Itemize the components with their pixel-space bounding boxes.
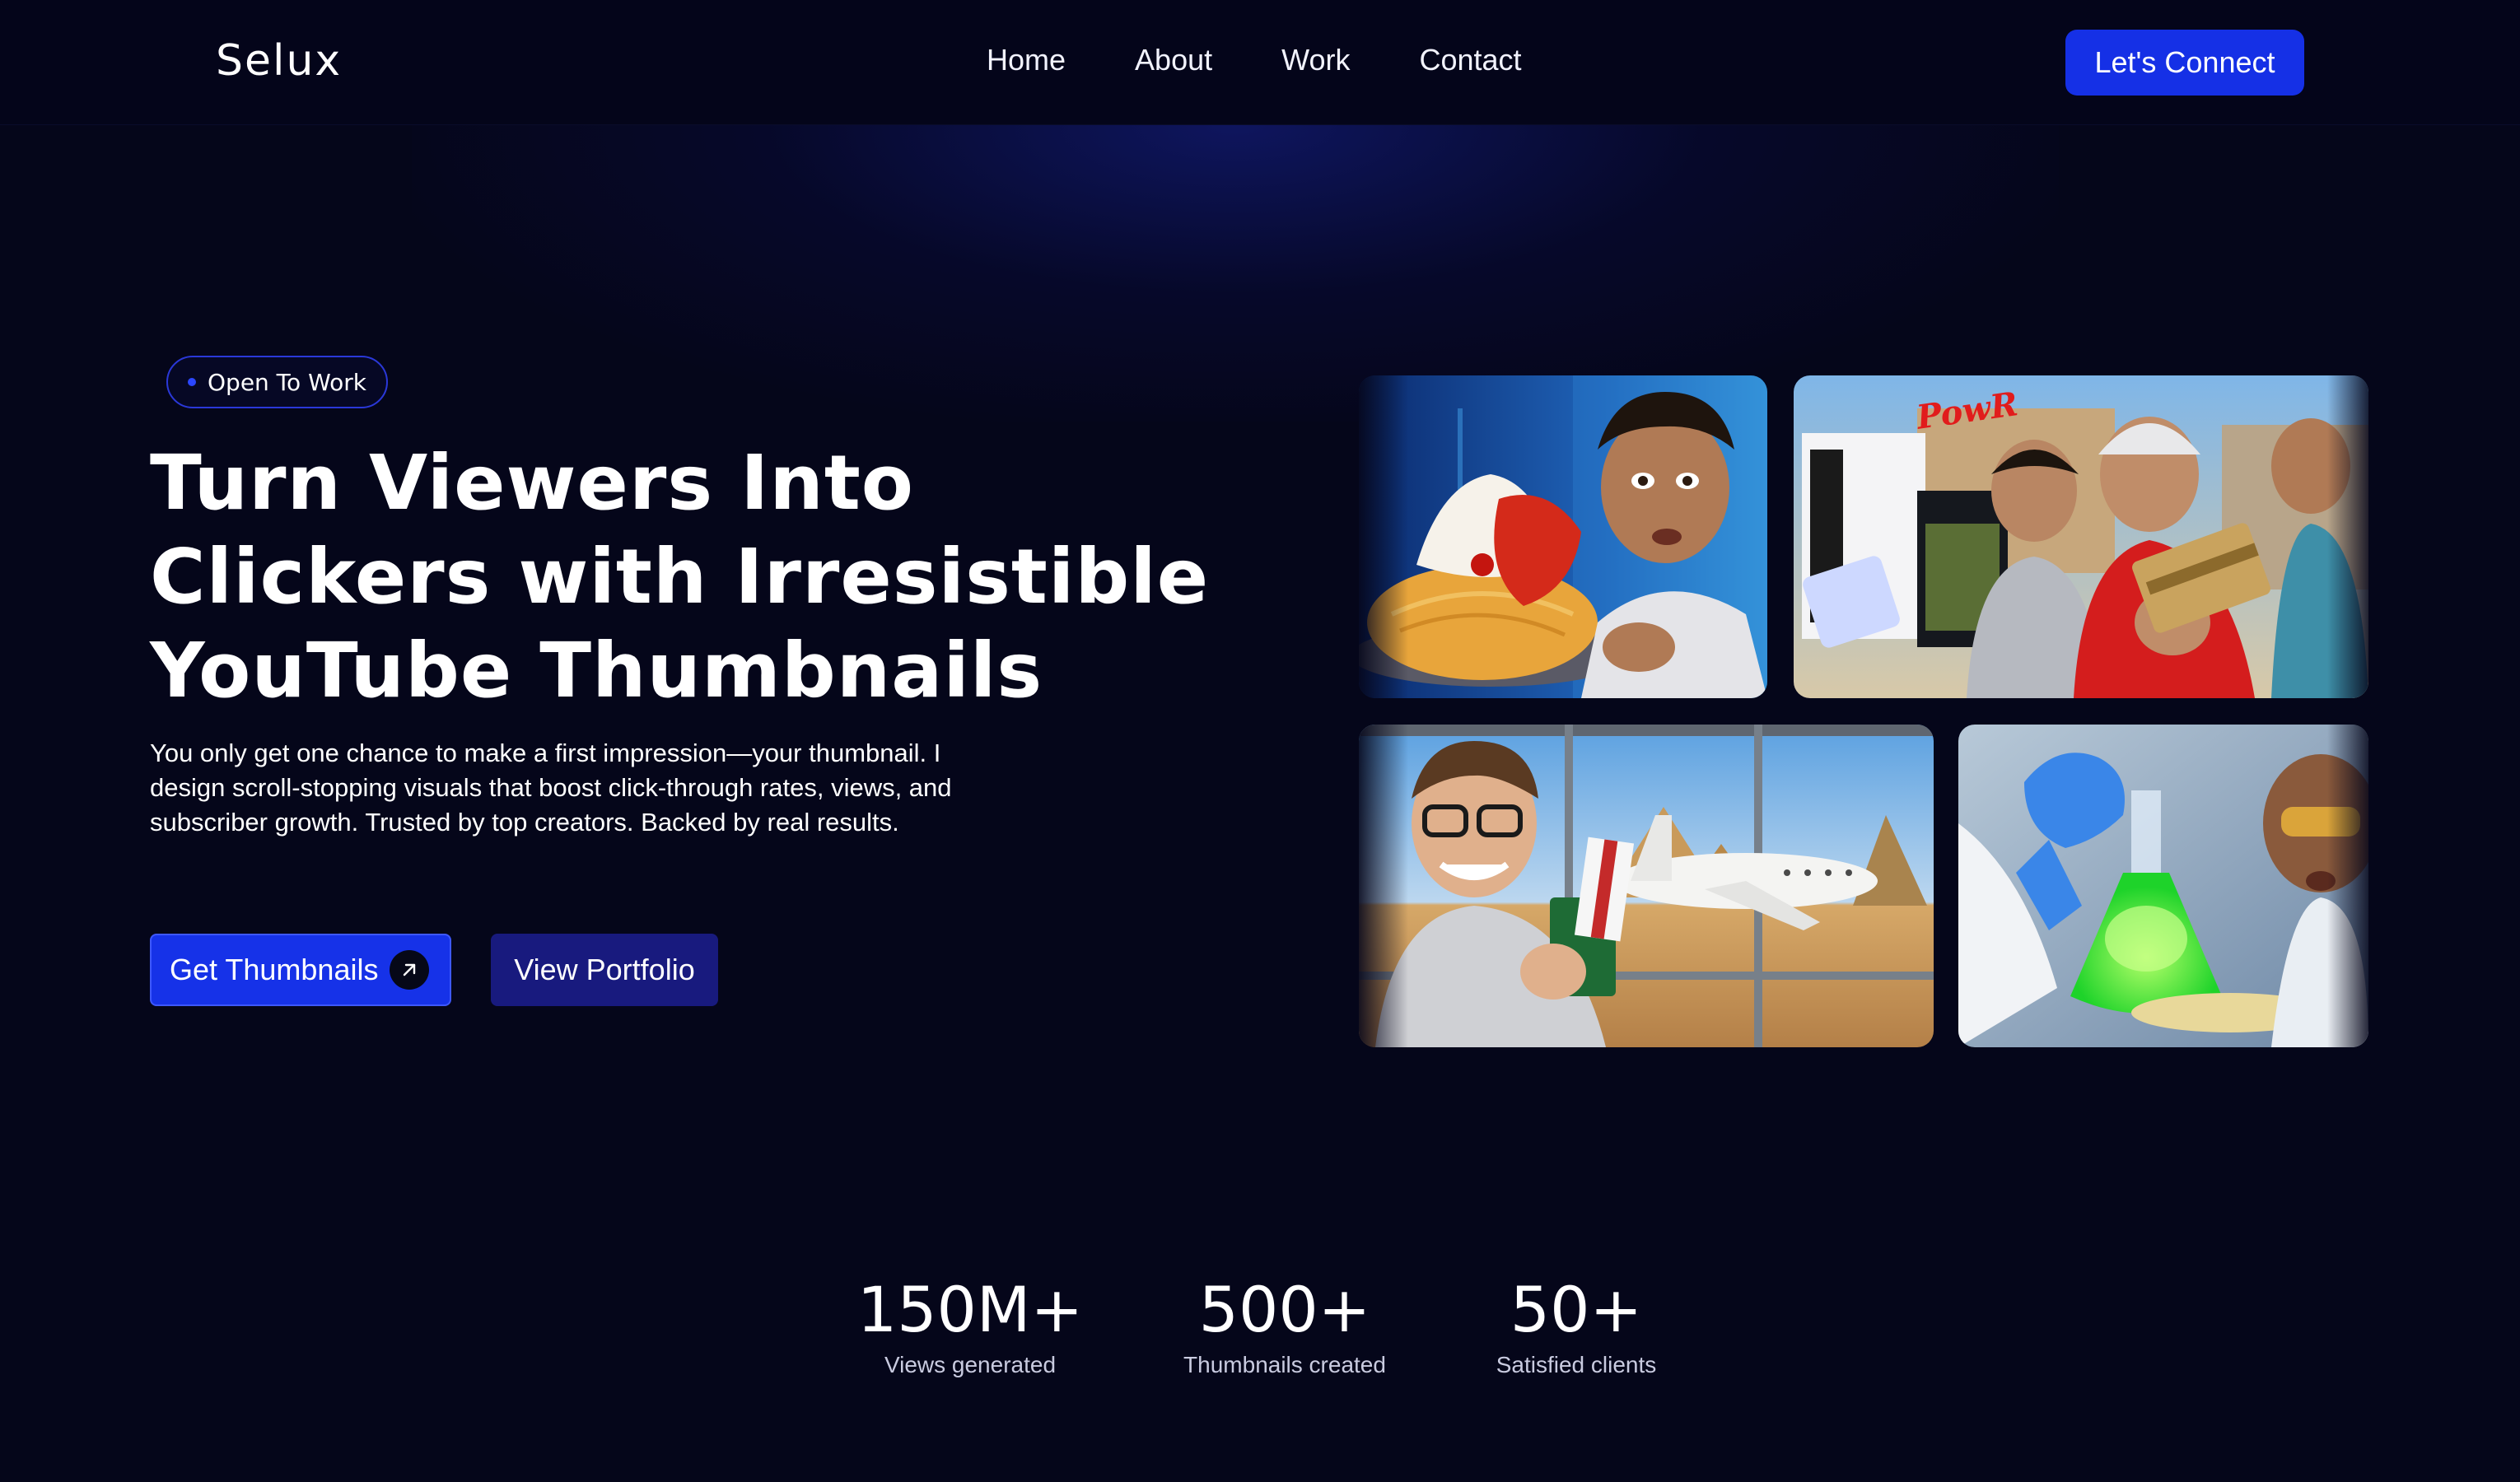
- stat-clients: 50+ Satisfied clients: [1461, 1275, 1692, 1378]
- stat-label: Satisfied clients: [1496, 1352, 1657, 1377]
- top-navbar: Selux Home About Work Contact Let's Conn…: [0, 0, 2520, 125]
- stat-label: Thumbnails created: [1183, 1352, 1386, 1377]
- view-portfolio-button[interactable]: View Portfolio: [491, 934, 718, 1006]
- thumb-fade: [1359, 725, 1408, 1047]
- landing-page: Selux Home About Work Contact Let's Conn…: [0, 0, 2520, 1482]
- stat-value: 500+: [1198, 1273, 1371, 1346]
- brand-logo[interactable]: Selux: [216, 36, 342, 86]
- hero-title-line-3: YouTube Thumbnails: [150, 627, 1043, 715]
- stat-thumbnails: 500+ Thumbnails created: [1169, 1275, 1400, 1378]
- stat-value: 50+: [1510, 1273, 1643, 1346]
- view-portfolio-label: View Portfolio: [514, 953, 695, 986]
- hero-title: Turn Viewers Into Clickers with Irresist…: [150, 436, 1220, 718]
- badge-label: Open To Work: [208, 368, 366, 396]
- nav-link-about[interactable]: About: [1135, 43, 1212, 77]
- thumb-fade: [2327, 725, 2368, 1047]
- hero-title-line-1: Turn Viewers Into: [150, 439, 915, 527]
- nav-links: Home About Work Contact: [987, 43, 1591, 77]
- stat-label: Views generated: [884, 1352, 1057, 1377]
- nav-link-home[interactable]: Home: [987, 43, 1066, 77]
- lets-connect-button[interactable]: Let's Connect: [2065, 30, 2304, 96]
- get-thumbnails-button[interactable]: Get Thumbnails: [150, 934, 451, 1006]
- stat-value: 150M+: [856, 1273, 1084, 1346]
- thumb-fade: [2327, 375, 2368, 698]
- nav-link-work[interactable]: Work: [1281, 43, 1350, 77]
- hero-description: You only get one chance to make a first …: [150, 739, 952, 837]
- hero-title-line-2: Clickers with Irresistible: [150, 533, 1210, 621]
- thumb-fade: [1359, 375, 1408, 698]
- travel-egypt-thumbnail[interactable]: [1359, 725, 1934, 1047]
- nav-link-contact[interactable]: Contact: [1419, 43, 1521, 77]
- stat-views: 150M+ Views generated: [855, 1275, 1085, 1378]
- gadget-giveaway-thumbnail[interactable]: PowR: [1794, 375, 2368, 698]
- status-dot-icon: [188, 378, 196, 386]
- food-challenge-thumbnail[interactable]: [1359, 375, 1767, 698]
- science-experiment-thumbnail[interactable]: [1958, 725, 2368, 1047]
- open-to-work-badge: Open To Work: [166, 356, 388, 408]
- arrow-up-right-icon: [390, 950, 430, 990]
- get-thumbnails-label: Get Thumbnails: [170, 953, 379, 986]
